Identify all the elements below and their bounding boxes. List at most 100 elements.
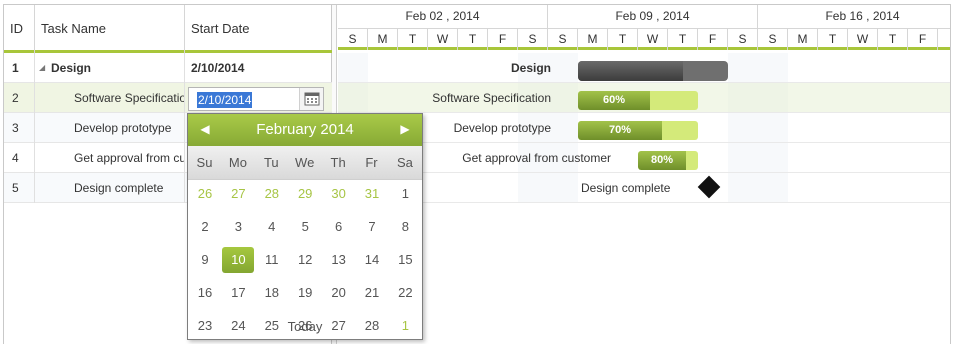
calendar-day[interactable]: 30 xyxy=(323,181,355,207)
weekday-label: Tu xyxy=(263,155,279,170)
collapse-triangle-icon[interactable]: ◢ xyxy=(39,53,45,83)
start-date-editor[interactable]: 2/10/2014 xyxy=(188,87,324,111)
day-letter: F xyxy=(488,29,518,50)
calendar-day[interactable]: 15 xyxy=(389,247,421,273)
day-letter: T xyxy=(608,29,638,50)
day-letter: S xyxy=(728,29,758,50)
row-id: 3 xyxy=(4,113,35,143)
weekday-header: Su Mo Tu We Th Fr Sa xyxy=(188,146,422,180)
task-bar[interactable]: 80% xyxy=(638,151,698,170)
calendar-day[interactable]: 3 xyxy=(222,214,254,240)
calendar-day[interactable]: 19 xyxy=(289,280,321,306)
column-header-start-date[interactable]: Start Date xyxy=(185,5,332,53)
progress-label: 80% xyxy=(650,154,674,166)
calendar-day[interactable]: 18 xyxy=(256,280,288,306)
day-header: SMTWTFSSMTWTFSSMTWTF xyxy=(338,29,950,50)
weekday-label: Fr xyxy=(365,155,378,170)
week-header: Feb 02 , 2014 Feb 09 , 2014 Feb 16 , 201… xyxy=(338,5,950,29)
day-letter: T xyxy=(668,29,698,50)
weekday-label: Su xyxy=(196,155,213,170)
day-letter: T xyxy=(818,29,848,50)
table-row[interactable]: 1 ◢ Design 2/10/2014 xyxy=(4,53,332,83)
calendar-day[interactable]: 27 xyxy=(222,181,254,207)
calendar-day[interactable]: 31 xyxy=(356,181,388,207)
chart-row: Design complete xyxy=(338,173,950,203)
summary-task-bar[interactable] xyxy=(578,61,728,81)
week-label: Feb 16 , 2014 xyxy=(758,5,950,29)
row-id: 2 xyxy=(4,83,35,113)
task-label: Design complete xyxy=(581,181,671,195)
chevron-right-icon[interactable]: ▶ xyxy=(390,114,420,146)
calendar-day[interactable]: 1 xyxy=(389,181,421,207)
calendar-day[interactable]: 4 xyxy=(256,214,288,240)
day-letter: S xyxy=(338,29,368,50)
day-letter: T xyxy=(398,29,428,50)
calendar-day[interactable]: 14 xyxy=(356,247,388,273)
calendar-day-selected[interactable]: 10 xyxy=(222,247,255,273)
column-header-id[interactable]: ID xyxy=(4,5,35,53)
task-name: Software Specification xyxy=(35,83,185,113)
calendar-day[interactable]: 2 xyxy=(189,214,221,240)
weekday-label: Sa xyxy=(396,155,413,170)
day-letter: T xyxy=(458,29,488,50)
day-letter: S xyxy=(548,29,578,50)
calendar-day[interactable]: 9 xyxy=(189,247,221,273)
day-letter: F xyxy=(698,29,728,50)
task-name: Develop prototype xyxy=(35,113,185,143)
calendar-day[interactable]: 8 xyxy=(389,214,421,240)
calendar-day[interactable]: 16 xyxy=(189,280,221,306)
summary-progress xyxy=(578,61,683,81)
weekday-label: We xyxy=(295,155,315,170)
weekday-label: Th xyxy=(330,155,346,170)
row-id: 4 xyxy=(4,143,35,173)
task-name: Get approval from customer xyxy=(35,143,185,173)
task-label: Design xyxy=(510,61,551,75)
calendar-day[interactable]: 29 xyxy=(289,181,321,207)
task-name: Design complete xyxy=(35,173,185,203)
start-date-editor-value[interactable]: 2/10/2014 xyxy=(197,92,253,108)
calendar-header: ◀ February 2014 ▶ xyxy=(188,114,422,146)
week-label: Feb 02 , 2014 xyxy=(338,5,548,29)
week-label: Feb 09 , 2014 xyxy=(548,5,758,29)
task-bar[interactable]: 60% xyxy=(578,91,698,110)
calendar-day[interactable]: 22 xyxy=(389,280,421,306)
calendar-day[interactable]: 11 xyxy=(256,247,288,273)
calendar-month-title[interactable]: February 2014 xyxy=(228,114,382,146)
calendar-day[interactable]: 17 xyxy=(222,280,254,306)
weekday-label: Mo xyxy=(228,155,247,170)
day-letter: F xyxy=(908,29,938,50)
today-link[interactable]: Today xyxy=(188,316,422,338)
row-id: 1 xyxy=(4,53,35,83)
calendar-day[interactable]: 20 xyxy=(323,280,355,306)
row-id: 5 xyxy=(4,173,35,203)
start-date: 2/10/2014 xyxy=(191,61,245,75)
day-letter: M xyxy=(578,29,608,50)
date-picker-popup: ◀ February 2014 ▶ Su Mo Tu We Th Fr Sa 26 27 28 2… xyxy=(187,113,423,340)
day-letter: S xyxy=(758,29,788,50)
gantt-control: ID Task Name Start Date 1 ◢ Design 2/10/… xyxy=(3,4,951,344)
calendar-day[interactable]: 26 xyxy=(189,181,221,207)
day-letter: M xyxy=(788,29,818,50)
day-letter: M xyxy=(368,29,398,50)
task-bar[interactable]: 70% xyxy=(578,121,698,140)
task-name: Design xyxy=(51,61,92,75)
progress-label: 60% xyxy=(602,94,626,106)
calendar-icon[interactable] xyxy=(299,88,323,110)
gantt-chart: Feb 02 , 2014 Feb 09 , 2014 Feb 16 , 201… xyxy=(338,5,950,344)
day-letter: W xyxy=(428,29,458,50)
calendar-day[interactable]: 6 xyxy=(323,214,355,240)
day-letter: T xyxy=(878,29,908,50)
calendar-day[interactable]: 12 xyxy=(289,247,321,273)
grid-header: ID Task Name Start Date xyxy=(4,5,332,53)
calendar-day[interactable]: 28 xyxy=(256,181,288,207)
calendar-day[interactable]: 13 xyxy=(323,247,355,273)
task-label: Software Specification xyxy=(432,91,551,105)
day-letter: S xyxy=(518,29,548,50)
progress-label: 70% xyxy=(608,124,632,136)
chevron-left-icon[interactable]: ◀ xyxy=(190,114,220,146)
calendar-day[interactable]: 21 xyxy=(356,280,388,306)
calendar-day[interactable]: 7 xyxy=(356,214,388,240)
task-name-cell: ◢ Design xyxy=(35,53,185,83)
calendar-day[interactable]: 5 xyxy=(289,214,321,240)
column-header-task-name[interactable]: Task Name xyxy=(35,5,185,53)
